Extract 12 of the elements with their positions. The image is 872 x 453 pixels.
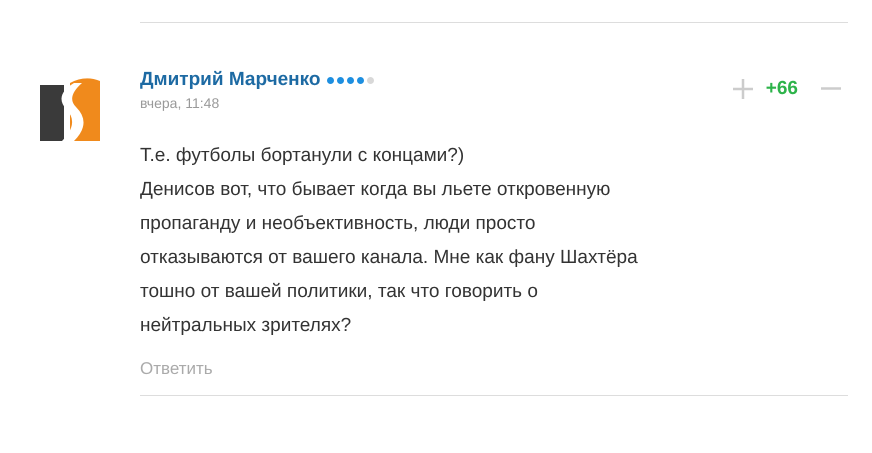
author-name[interactable]: Дмитрий Марченко — [140, 69, 321, 90]
comment-text-line: тошно от вашей политики, так что говорить о — [140, 280, 539, 304]
comment-text-line: Денисов вот, что бывает когда вы льете откровенную — [140, 178, 612, 202]
upvote-button[interactable] — [732, 78, 754, 100]
vote-score: +66 — [766, 78, 798, 100]
comment-text-line: Т.е. футболы бортанули с концами?) — [140, 144, 466, 168]
minus-icon — [820, 87, 842, 90]
comment-text-line: нейтральных зрителях? — [140, 314, 352, 338]
plus-icon — [732, 78, 754, 100]
comment-time: вчера, 11:48 — [140, 95, 220, 111]
comment-text-line: отказываются от вашего канала. Мне как фану Шахтёра — [140, 246, 639, 270]
comment-text-line: пропаганду и необъективность, люди просто — [140, 212, 536, 236]
